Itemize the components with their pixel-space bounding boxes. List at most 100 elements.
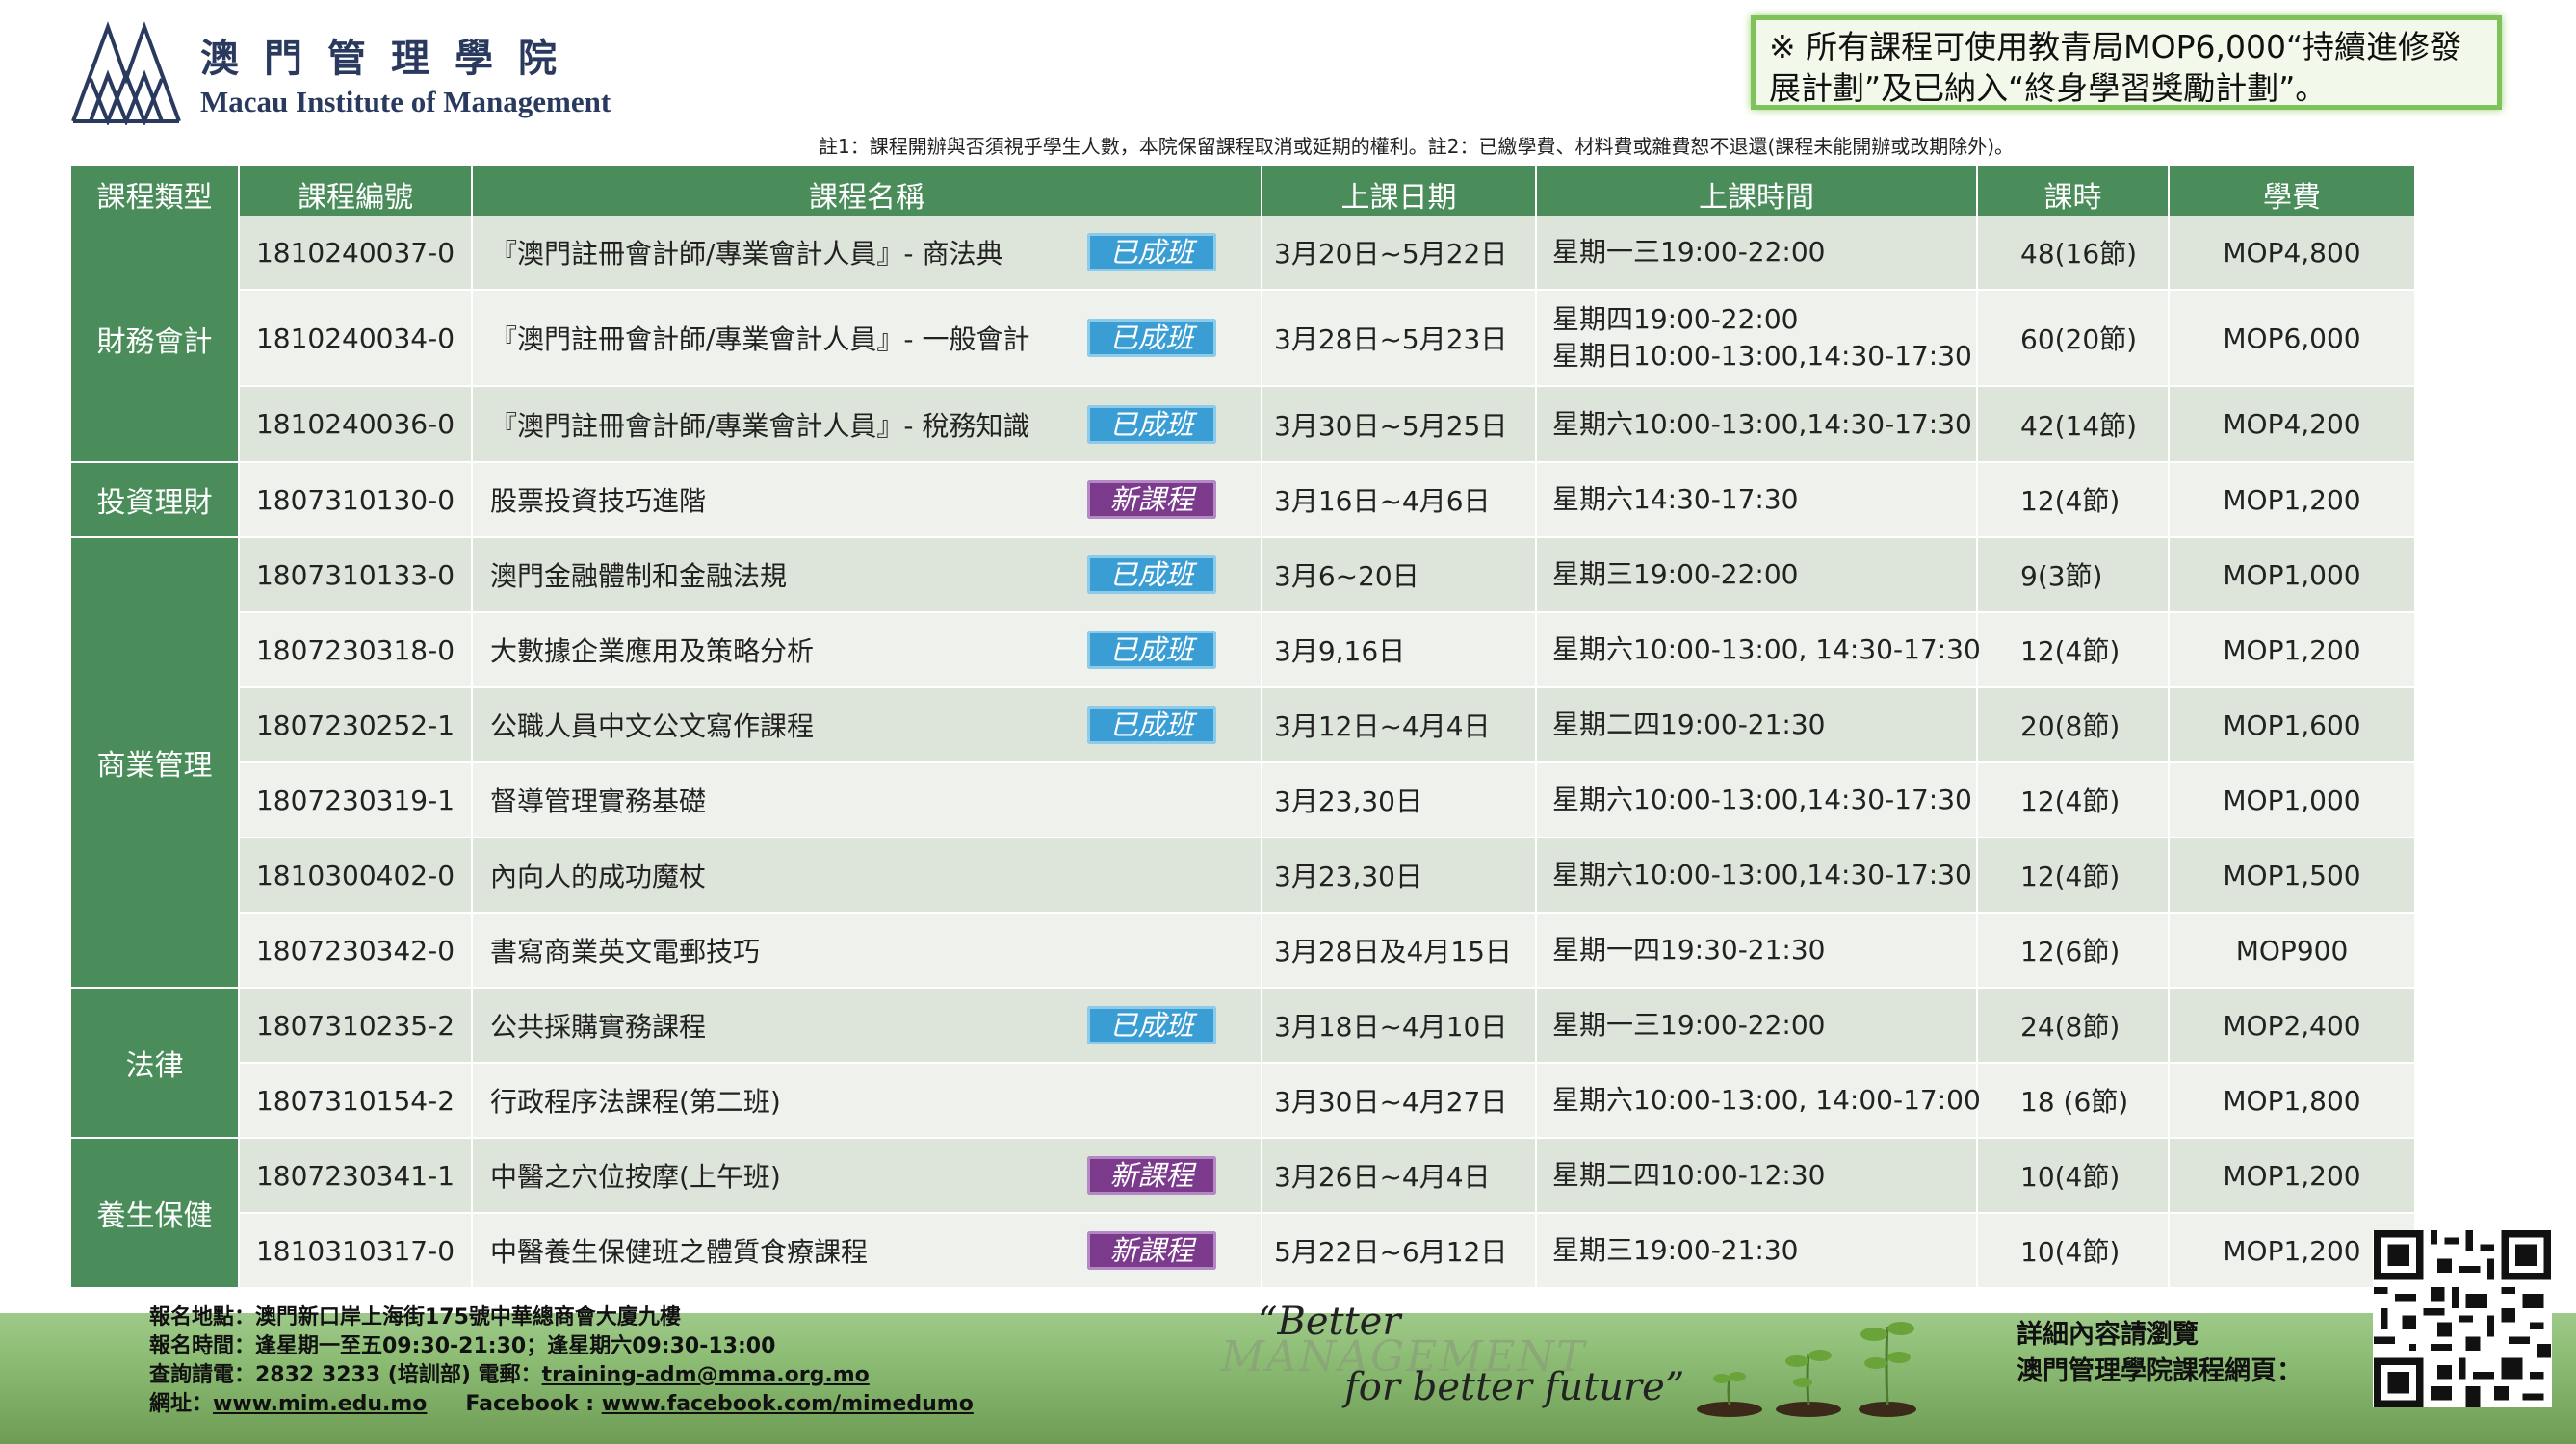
course-name: 行政程序法課程(第二班): [472, 1063, 1262, 1139]
badge-formed: 已成班: [1087, 1006, 1216, 1044]
course-date: 3月6~20日: [1262, 537, 1537, 613]
course-hours: 24(8節): [1977, 988, 2170, 1064]
course-date: 3月30日~5月25日: [1262, 386, 1537, 463]
badge-new: 新課程: [1087, 480, 1216, 519]
table-row: 1810240034-0 『澳門註冊會計師/專業會計人員』- 一般會計 已成班 3…: [71, 290, 2416, 387]
course-fee: MOP1,800: [2169, 1063, 2416, 1139]
course-date: 5月22日~6月12日: [1262, 1213, 1537, 1289]
course-hours: 10(4節): [1977, 1213, 2170, 1289]
course-name-text: 股票投資技巧進階: [490, 485, 707, 517]
course-date: 3月12日~4月4日: [1262, 687, 1537, 763]
table-row: 商業管理 1807310133-0 澳門金融體制和金融法規 已成班 3月6~20日…: [71, 537, 2416, 989]
sprout-illustration: [1697, 1322, 1916, 1417]
phone-line: 查詢請電：2832 3233 (培訓部) 電郵：training-adm@mma…: [149, 1361, 974, 1390]
more-info-line2: 澳門管理學院課程網頁：: [2017, 1356, 2303, 1386]
header-fee: 學費: [2169, 166, 2416, 216]
course-time: 星期六10:00-13:00,14:30-17:30: [1536, 762, 1978, 838]
website-link[interactable]: www.mim.edu.mo: [213, 1392, 427, 1416]
badge-formed: 已成班: [1087, 319, 1216, 357]
table-row: 1810300402-0 內向人的成功魔杖 3月23,30日 星期六10:00-…: [71, 838, 2416, 914]
course-time: 星期二四19:00-21:30: [1536, 687, 1978, 763]
more-info: 詳細內容請瀏覽 澳門管理學院課程網頁：: [2017, 1317, 2303, 1390]
badge-formed: 已成班: [1087, 404, 1216, 444]
course-name-text: 書寫商業英文電郵技巧: [490, 936, 761, 967]
table-row: 財務會計 1810240037-0 『澳門註冊會計師/專業會計人員』- 商法典已…: [71, 216, 2416, 463]
course-fee: MOP4,200: [2169, 386, 2416, 463]
table-row: 養生保健 1807230341-1 中醫之穴位按摩(上午班) 新課程 3月26日~…: [71, 1138, 2416, 1289]
course-time-line1: 星期四19:00-22:00: [1552, 303, 1799, 335]
course-time: 星期一四19:30-21:30: [1536, 913, 1978, 989]
course-name-text: 中醫之穴位按摩(上午班): [490, 1161, 781, 1193]
course-fee: MOP1,200: [2169, 462, 2416, 538]
course-name-text: 大數據企業應用及策略分析: [490, 635, 815, 667]
course-name-text: 『澳門註冊會計師/專業會計人員』- 一般會計: [490, 323, 1030, 355]
course-code: 1807310154-2: [239, 1063, 473, 1139]
course-name: 書寫商業英文電郵技巧: [472, 913, 1262, 989]
course-table: 課程類型 課程編號 課程名稱 上課日期 上課時間 課時 學費 財務會計 1810…: [71, 166, 2416, 1289]
table-row: 法律 1807310235-2 公共採購實務課程 已成班 3月18日~4月10日 …: [71, 988, 2416, 1139]
badge-new: 新課程: [1087, 1231, 1216, 1270]
course-name: 公共採購實務課程 已成班: [472, 988, 1262, 1064]
course-time: 星期四19:00-22:00 星期日10:00-13:00,14:30-17:30: [1536, 290, 1978, 387]
course-hours: 12(6節): [1977, 913, 2170, 989]
facebook-link[interactable]: www.facebook.com/mimedumo: [602, 1392, 974, 1416]
course-time: 星期三19:00-21:30: [1536, 1213, 1978, 1289]
mim-logo: [71, 21, 181, 125]
course-name: 股票投資技巧進階 新課程: [472, 462, 1262, 538]
web-label: 網址：: [149, 1392, 214, 1416]
course-fee: MOP900: [2169, 913, 2416, 989]
course-time: 星期六10:00-13:00,14:30-17:30: [1536, 386, 1978, 463]
course-hours: 12(4節): [1977, 838, 2170, 914]
course-name-text: 澳門金融體制和金融法規: [490, 560, 788, 592]
course-name: 公職人員中文公文寫作課程 已成班: [472, 687, 1262, 763]
brand-name-zh: 澳門管理學院: [200, 36, 582, 81]
course-time: 星期六10:00-13:00, 14:30-17:30: [1536, 612, 1981, 688]
course-time: 星期二四10:00-12:30: [1536, 1138, 1978, 1214]
course-fee: MOP1,500: [2169, 838, 2416, 914]
qr-code-icon[interactable]: [2373, 1230, 2552, 1407]
course-time: 星期六14:30-17:30: [1536, 462, 1978, 538]
course-date: 3月20日~5月22日: [1262, 216, 1537, 291]
subsidy-notice: ※ 所有課程可使用教青局MOP6,000“持續進修發展計劃”及已納入“終身學習獎…: [1751, 15, 2502, 110]
category-law: 法律: [71, 988, 240, 1139]
course-fee: MOP1,000: [2169, 762, 2416, 838]
course-date: 3月28日~5月23日: [1262, 290, 1537, 387]
table-row: 1807310154-2 行政程序法課程(第二班) 3月30日~4月27日 星期…: [71, 1063, 2416, 1139]
table-row: 1807230252-1 公職人員中文公文寫作課程 已成班 3月12日~4月4日 …: [71, 687, 2416, 763]
course-code: 1807230341-1: [239, 1138, 473, 1214]
table-header-row: 課程類型 課程編號 課程名稱 上課日期 上課時間 課時 學費: [71, 166, 2416, 216]
course-hours: 42(14節): [1977, 386, 2170, 463]
course-code: 1807310130-0: [239, 462, 473, 538]
course-code: 1810310317-0: [239, 1213, 473, 1289]
course-time: 星期六10:00-13:00, 14:00-17:00: [1536, 1063, 1981, 1139]
hours-line: 報名時間：逢星期一至五09:30-21:30；逢星期六09:30-13:00: [149, 1334, 776, 1358]
brand-name-en: Macau Institute of Management: [200, 85, 611, 118]
course-hours: 9(3節): [1977, 537, 2170, 613]
course-code: 1807310235-2: [239, 988, 473, 1064]
course-code: 1807230319-1: [239, 762, 473, 838]
course-code: 1807230252-1: [239, 687, 473, 763]
terms-note: 註1：課程開辦與否須視乎學生人數，本院保留課程取消或延期的權利。註2：已繳學費、…: [819, 135, 2015, 158]
table-row: 1807230318-0 大數據企業應用及策略分析 已成班 3月9,16日 星期六…: [71, 612, 2416, 688]
table-row: 1810240036-0 『澳門註冊會計師/專業會計人員』- 稅務知識 已成班 3…: [71, 386, 2416, 463]
course-hours: 48(16節): [1977, 216, 2170, 291]
course-name: 內向人的成功魔杖: [472, 838, 1262, 914]
badge-formed: 已成班: [1087, 555, 1216, 594]
course-name: 澳門金融體制和金融法規 已成班: [472, 537, 1262, 613]
facebook-label: Facebook :: [465, 1392, 602, 1416]
course-time-line2: 星期日10:00-13:00,14:30-17:30: [1552, 340, 1972, 372]
course-fee: MOP4,800: [2169, 216, 2416, 291]
course-name-text: 『澳門註冊會計師/專業會計人員』- 稅務知識: [490, 409, 1030, 442]
course-name: 中醫之穴位按摩(上午班) 新課程: [472, 1138, 1262, 1214]
course-fee: MOP1,000: [2169, 537, 2416, 613]
course-code: 1810240036-0: [239, 386, 473, 463]
slogan: “Better MANAGEMENT for better future”: [1221, 1300, 1703, 1415]
header-category: 課程類型: [71, 166, 240, 216]
phone-label: 查詢請電：2832 3233 (培訓部) 電郵：: [149, 1363, 542, 1387]
email-link[interactable]: training-adm@mma.org.mo: [542, 1363, 870, 1387]
course-name-text: 『澳門註冊會計師/專業會計人員』- 商法典: [490, 238, 1003, 270]
course-name: 『澳門註冊會計師/專業會計人員』- 一般會計 已成班: [472, 290, 1262, 387]
course-code: 1810300402-0: [239, 838, 473, 914]
contact-info: 報名地點：澳門新口岸上海街175號中華總商會大廈九樓 報名時間：逢星期一至五09…: [149, 1303, 974, 1419]
course-fee: MOP1,200: [2169, 1138, 2416, 1214]
